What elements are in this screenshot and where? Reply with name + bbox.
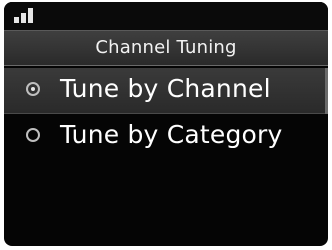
device-frame: Channel Tuning Tune by Channel Tune by C… [0,0,332,250]
signal-bar-2 [21,13,26,23]
signal-strength-icon [14,8,36,23]
title-bar: Channel Tuning [4,30,328,66]
page-title: Channel Tuning [95,37,237,58]
menu-item-tune-by-channel[interactable]: Tune by Channel [4,68,328,114]
selection-edge [325,68,328,114]
tuning-menu: Tune by Channel Tune by Category [4,66,328,246]
menu-item-tune-by-category[interactable]: Tune by Category [4,114,328,160]
radio-button-selected-icon[interactable] [26,82,40,96]
menu-item-label: Tune by Category [60,120,283,149]
signal-bar-3 [28,8,33,23]
signal-bar-1 [14,17,19,23]
menu-item-label: Tune by Channel [60,74,271,103]
status-bar [4,2,328,30]
radio-dot [31,87,35,91]
radio-button-unselected-icon[interactable] [26,128,40,142]
display-screen: Channel Tuning Tune by Channel Tune by C… [4,2,328,246]
